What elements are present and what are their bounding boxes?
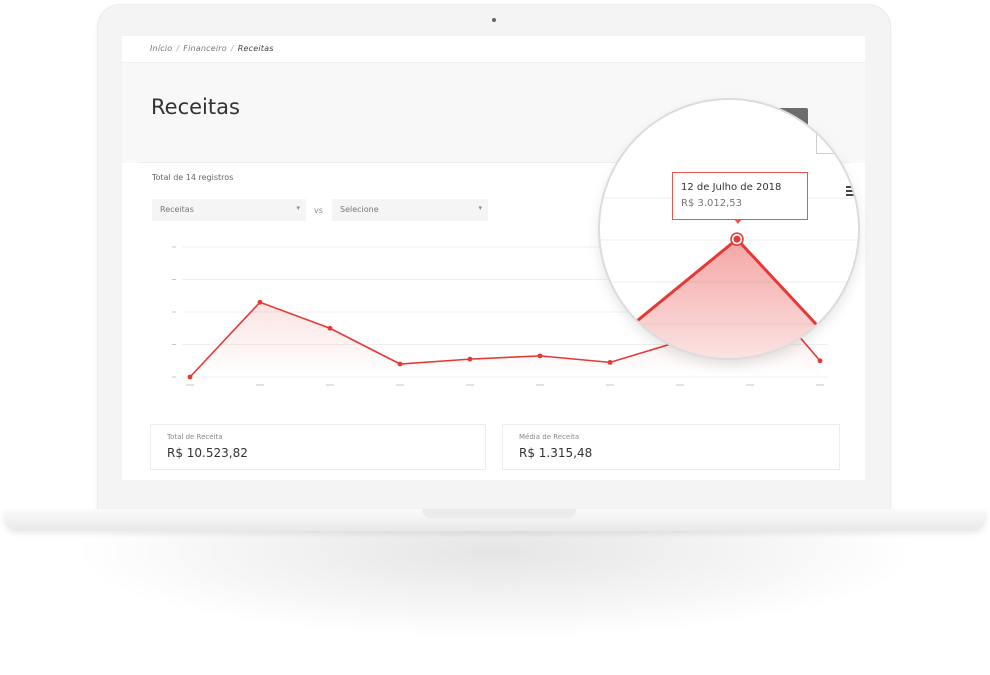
summary-total-value: R$ 10.523,82 [167,446,248,460]
laptop-shadow [70,530,920,640]
data-point [397,361,403,367]
tooltip-date: 12 de Julho de 2018 [681,182,782,193]
chart-tooltip: 12 de Julho de 2018 R$ 3.012,53 [672,172,808,220]
zoom-point [733,235,741,243]
data-point [817,358,823,364]
menu-icon[interactable] [846,186,856,198]
breadcrumb-separator: / [230,44,234,53]
top-bar: Início / Financeiro / Receitas [122,36,865,63]
zoom-magnifier: 12 de Julho de 2018 R$ 3.012,53 [600,100,858,358]
data-point [537,353,543,359]
tooltip-value: R$ 3.012,53 [681,198,743,209]
breadcrumb-item-current: Receitas [237,44,274,53]
tooltip-arrow [734,219,742,224]
laptop-base [4,509,986,531]
zoom-area [600,239,858,358]
data-point [467,356,473,362]
summary-average-card: Média de Receita R$ 1.315,48 [502,424,840,470]
data-point [187,374,193,380]
camera-dot [492,18,496,22]
summary-total-label: Total de Receita [167,433,223,441]
laptop-notch [422,509,576,518]
breadcrumb-separator: / [176,44,180,53]
page-title: Receitas [151,95,240,119]
summary-average-label: Média de Receita [519,433,580,441]
data-point [257,299,263,305]
data-point [607,359,613,365]
zoom-outline-box [816,130,842,154]
summary-average-value: R$ 1.315,48 [519,446,593,460]
summary-total-card: Total de Receita R$ 10.523,82 [150,424,486,470]
breadcrumb-item-home[interactable]: Início [150,44,172,53]
breadcrumb: Início / Financeiro / Receitas [150,44,274,53]
data-point [327,325,333,331]
breadcrumb-item-finance[interactable]: Financeiro [183,44,227,53]
